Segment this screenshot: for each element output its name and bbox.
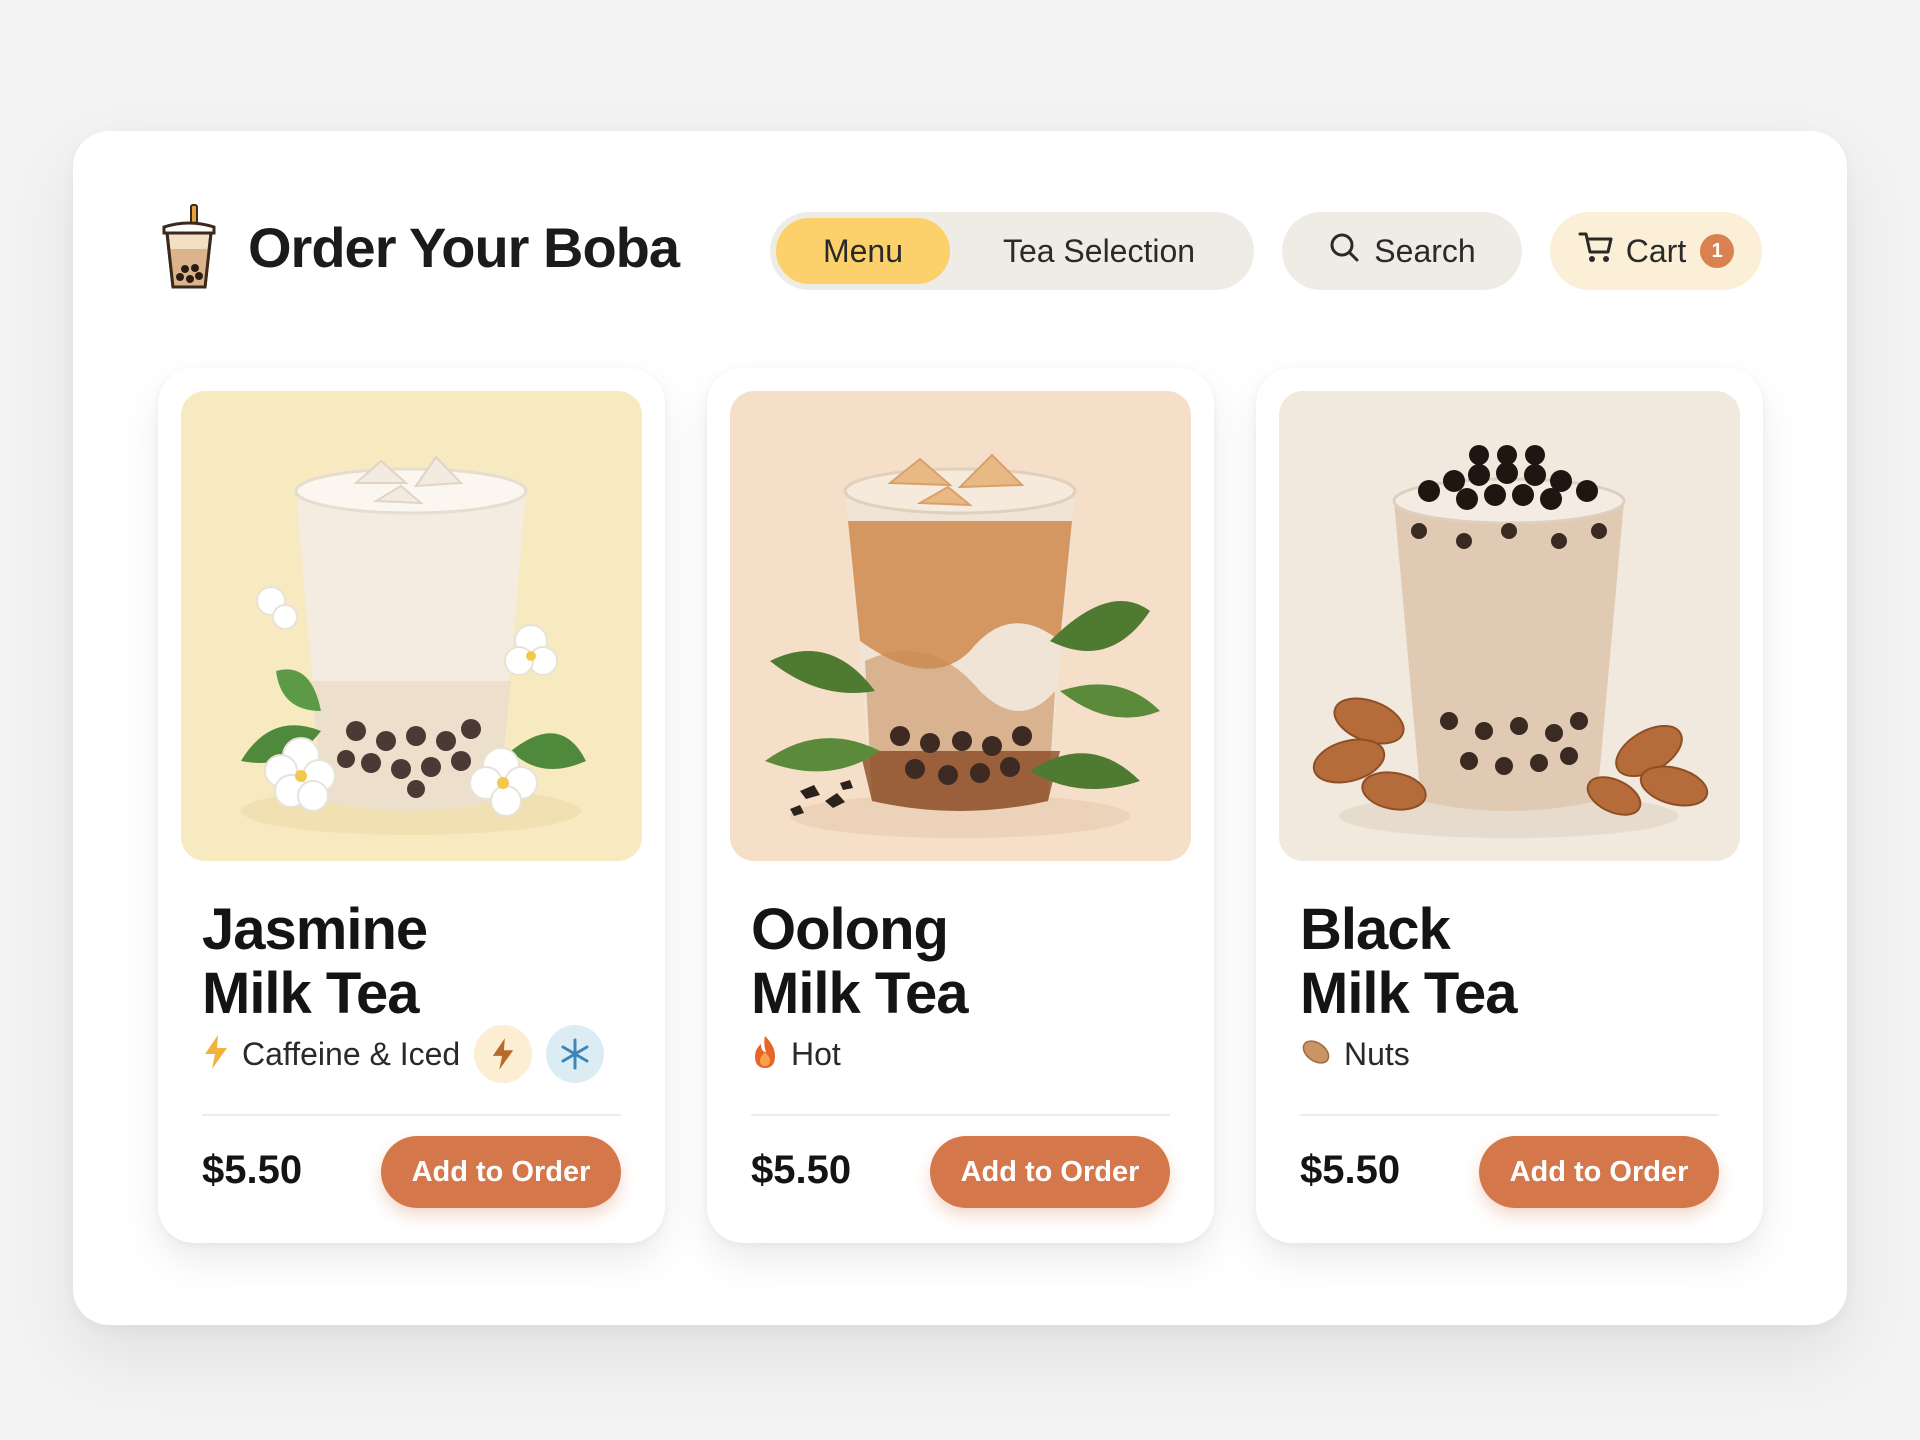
nav-tabs: Menu Tea Selection: [770, 212, 1254, 290]
cart-count-badge: 1: [1700, 234, 1735, 268]
product-tags: Nuts: [1300, 1024, 1410, 1084]
tag-label: Caffeine & Iced: [242, 1035, 461, 1072]
brand: Order Your Boba: [158, 203, 680, 291]
tab-tea-selection[interactable]: Tea Selection: [950, 218, 1248, 284]
product-tags: Caffeine & Iced: [202, 1024, 605, 1084]
snowflake-icon: [546, 1025, 605, 1083]
search-label: Search: [1374, 232, 1476, 269]
tag-label: Hot: [791, 1035, 841, 1072]
search-button[interactable]: Search: [1282, 212, 1522, 290]
card-divider: [751, 1114, 1170, 1116]
product-card-oolong: Oolong Milk Tea Hot $5.50 Add to Order: [707, 368, 1214, 1243]
product-name: Black Milk Tea: [1300, 897, 1518, 1026]
card-divider: [1300, 1114, 1719, 1116]
product-price: $5.50: [1300, 1148, 1401, 1192]
product-name: Oolong Milk Tea: [751, 897, 969, 1026]
page-title: Order Your Boba: [248, 215, 680, 279]
cart-button[interactable]: Cart 1: [1550, 212, 1762, 290]
add-to-order-button[interactable]: Add to Order: [1479, 1136, 1719, 1208]
product-price: $5.50: [202, 1148, 303, 1192]
cart-label: Cart: [1625, 232, 1687, 269]
card-divider: [202, 1114, 621, 1116]
tag-label: Nuts: [1344, 1035, 1410, 1072]
cart-icon: [1578, 230, 1626, 272]
lightning-icon: [202, 1034, 230, 1075]
black-milk-tea-image: [1279, 391, 1740, 861]
product-tags: Hot: [751, 1024, 841, 1084]
search-icon: [1328, 231, 1374, 271]
tab-menu[interactable]: Menu: [776, 218, 950, 284]
flame-icon: [751, 1034, 779, 1075]
oolong-milk-tea-image: [730, 391, 1191, 861]
add-to-order-button[interactable]: Add to Order: [930, 1136, 1170, 1208]
add-to-order-button[interactable]: Add to Order: [381, 1136, 621, 1208]
boba-cup-icon: [158, 203, 220, 291]
jasmine-milk-tea-image: [181, 391, 642, 861]
almond-icon: [1300, 1036, 1332, 1073]
product-card-jasmine: Jasmine Milk Tea Caffeine & Iced $5.50 A…: [158, 368, 665, 1243]
product-name: Jasmine Milk Tea: [202, 897, 428, 1026]
product-price: $5.50: [751, 1148, 852, 1192]
order-panel: Order Your Boba Menu Tea Selection Searc…: [73, 131, 1847, 1325]
lightning-icon: [474, 1025, 533, 1083]
product-card-black: Black Milk Tea Nuts $5.50 Add to Order: [1256, 368, 1763, 1243]
